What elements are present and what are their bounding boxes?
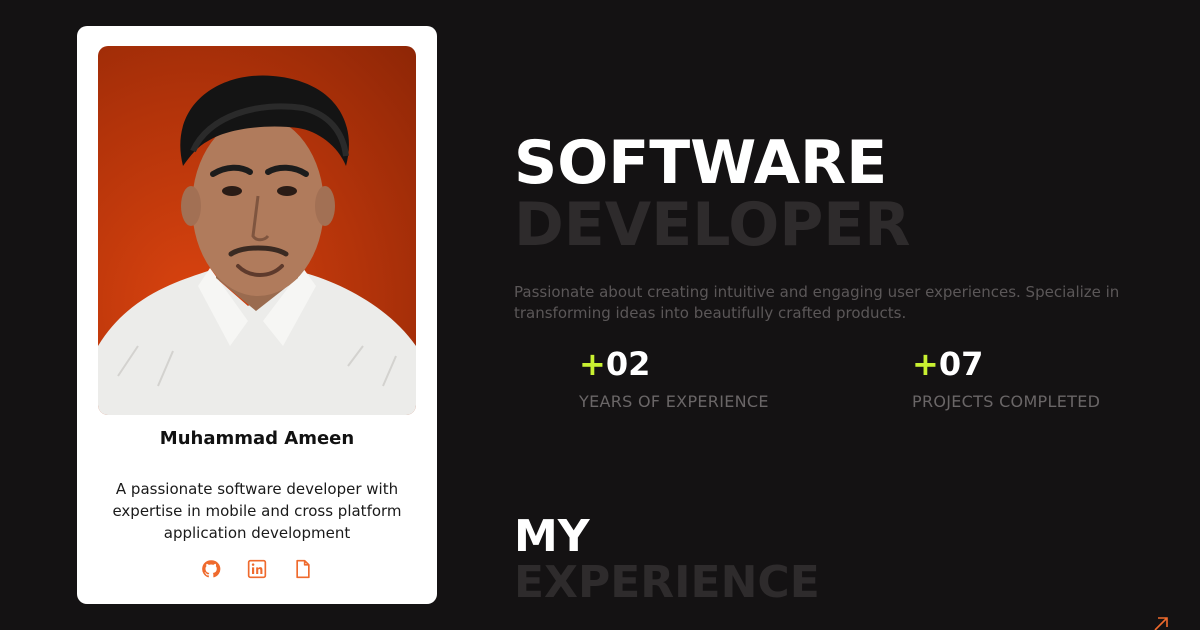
hero-title-line2: DEVELOPER (514, 190, 911, 260)
experience-section-title: MY EXPERIENCE (514, 514, 820, 606)
stat-value: +07 (912, 344, 1100, 384)
stat-value: +02 (579, 344, 769, 384)
stat-prefix: + (579, 345, 606, 383)
stat-prefix: + (912, 345, 939, 383)
stat-label: PROJECTS COMPLETED (912, 392, 1101, 411)
social-links (77, 558, 437, 580)
stat-number: 02 (605, 345, 651, 383)
hero-description: Passionate about creating intuitive and … (514, 283, 1120, 322)
profile-bio: A passionate software developer with exp… (112, 480, 402, 542)
stat-number: 07 (938, 345, 984, 383)
github-icon[interactable] (200, 558, 222, 580)
portfolio-page: Muhammad Ameen A passionate software dev… (0, 0, 1200, 630)
arrow-up-right-icon[interactable] (1152, 615, 1170, 630)
stat-experience: +02 YEARS OF EXPERIENCE (579, 344, 769, 411)
hero-title-line1: SOFTWARE (514, 128, 888, 198)
stat-projects: +07 PROJECTS COMPLETED (912, 344, 1100, 411)
experience-title-line2: EXPERIENCE (514, 557, 820, 608)
profile-card: Muhammad Ameen A passionate software dev… (77, 26, 437, 604)
experience-title-line1: MY (514, 511, 590, 562)
stat-label: YEARS OF EXPERIENCE (579, 392, 769, 411)
profile-name: Muhammad Ameen (159, 428, 355, 449)
profile-photo (98, 46, 416, 415)
document-icon[interactable] (292, 558, 314, 580)
hero-title: SOFTWARE DEVELOPER (514, 132, 910, 256)
linkedin-icon[interactable] (246, 558, 268, 580)
